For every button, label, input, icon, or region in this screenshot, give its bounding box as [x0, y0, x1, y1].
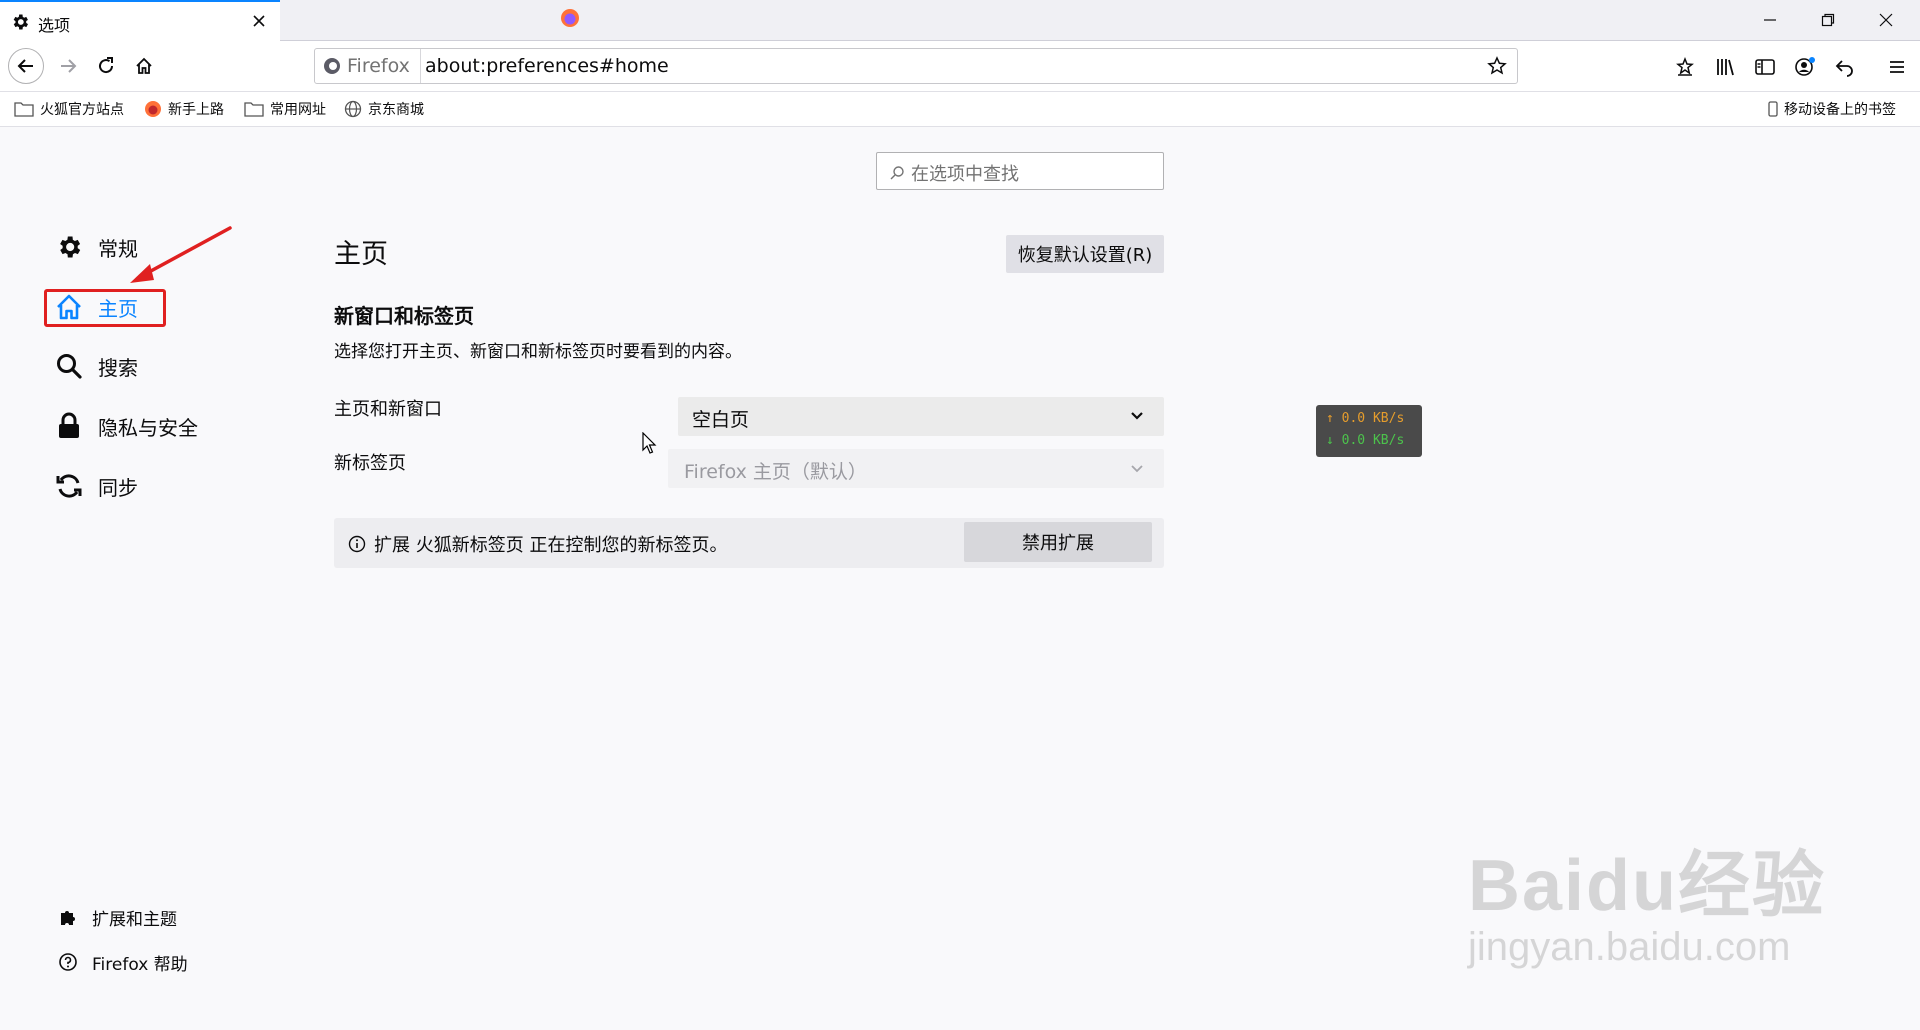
- menu-icon[interactable]: [1883, 53, 1911, 81]
- account-icon[interactable]: [1791, 53, 1819, 81]
- newtab-select-value: Firefox 主页（默认）: [684, 461, 867, 483]
- address-bar[interactable]: Firefox about:preferences#home: [314, 48, 1518, 84]
- extension-notice-text: 扩展 火狐新标签页 正在控制您的新标签页。: [374, 535, 728, 556]
- puzzle-icon: [58, 907, 78, 927]
- home-button[interactable]: [126, 48, 162, 84]
- category-label: 同步: [98, 475, 138, 500]
- category-label: 隐私与安全: [98, 415, 198, 440]
- bookmark-label: 火狐官方站点: [40, 102, 124, 118]
- reload-button[interactable]: [88, 48, 124, 84]
- bookmark-item[interactable]: 京东商城: [344, 99, 424, 119]
- mouse-cursor-icon: [642, 432, 657, 454]
- home-icon: [54, 292, 84, 322]
- tab-new[interactable]: [560, 8, 600, 34]
- reload-icon: [96, 56, 116, 76]
- chevron-down-icon: [1130, 410, 1144, 422]
- sync-icon: [54, 471, 84, 501]
- search-icon: [54, 351, 84, 381]
- category-sync[interactable]: 同步: [54, 466, 138, 506]
- addons-link[interactable]: 扩展和主题: [58, 902, 177, 932]
- homepage-select[interactable]: 空白页: [678, 397, 1164, 436]
- tab-title: 选项: [38, 16, 71, 35]
- annotation-arrow: [130, 226, 232, 283]
- mobile-bookmarks-label: 移动设备上的书签: [1784, 102, 1896, 118]
- bookmark-label: 新手上路: [168, 102, 224, 118]
- restore-defaults-button[interactable]: 恢复默认设置(R): [1006, 235, 1164, 273]
- help-link[interactable]: Firefox 帮助: [58, 947, 188, 977]
- search-icon: [889, 165, 905, 181]
- close-tab-icon[interactable]: [250, 12, 268, 30]
- globe-icon: [344, 100, 362, 118]
- folder-icon: [14, 101, 34, 117]
- bookmark-item[interactable]: 火狐官方站点: [14, 99, 124, 119]
- home-icon: [134, 56, 154, 76]
- disable-extension-button[interactable]: 禁用扩展: [964, 522, 1152, 562]
- chevron-down-icon: [1130, 463, 1144, 475]
- help-link-label: Firefox 帮助: [92, 954, 188, 975]
- minimize-window-button[interactable]: [1750, 6, 1790, 34]
- gear-icon: [10, 12, 30, 32]
- gear-icon: [54, 232, 84, 262]
- firefox-icon: [144, 100, 162, 118]
- lock-icon: [54, 411, 84, 441]
- newtab-label: 新标签页: [334, 453, 406, 474]
- newtab-select: Firefox 主页（默认）: [668, 449, 1164, 488]
- firefox-icon: [323, 57, 341, 75]
- bookmarks-star-list-icon[interactable]: [1671, 53, 1699, 81]
- download-speed: ↓ 0.0 KB/s: [1326, 433, 1405, 448]
- watermark-logo-text: Baidu经验: [1468, 846, 1827, 926]
- watermark-url: jingyan.baidu.com: [1468, 925, 1791, 969]
- preferences-search-input[interactable]: 在选项中查找: [876, 152, 1164, 190]
- category-general[interactable]: 常规: [54, 227, 138, 267]
- bookmark-item[interactable]: 新手上路: [144, 99, 224, 119]
- category-home[interactable]: 主页: [54, 287, 138, 327]
- forward-arrow-icon: [58, 56, 78, 76]
- search-placeholder: 在选项中查找: [911, 164, 1019, 185]
- tab-preferences[interactable]: 选项: [0, 0, 280, 41]
- library-icon[interactable]: [1711, 53, 1739, 81]
- page-title: 主页: [334, 239, 388, 270]
- network-speed-widget: ↑ 0.0 KB/s ↓ 0.0 KB/s: [1316, 405, 1422, 457]
- folder-icon: [244, 101, 264, 117]
- undo-icon[interactable]: [1831, 53, 1859, 81]
- section-description: 选择您打开主页、新窗口和新标签页时要看到的内容。: [334, 342, 742, 362]
- info-icon: [348, 535, 366, 553]
- identity-label: Firefox: [347, 55, 410, 77]
- category-label: 主页: [98, 296, 138, 321]
- forward-button[interactable]: [50, 48, 86, 84]
- url-text[interactable]: about:preferences#home: [425, 55, 669, 77]
- section-title: 新窗口和标签页: [334, 304, 474, 328]
- tab-strip: [0, 0, 1920, 41]
- category-search[interactable]: 搜索: [54, 346, 138, 386]
- firefox-icon: [560, 8, 600, 28]
- back-arrow-icon: [16, 56, 36, 76]
- bookmark-star-icon[interactable]: [1487, 56, 1507, 76]
- restore-window-button[interactable]: [1808, 6, 1848, 34]
- identity-box[interactable]: Firefox: [323, 49, 421, 83]
- mobile-device-icon: [1768, 101, 1778, 117]
- back-button[interactable]: [8, 48, 44, 84]
- category-privacy[interactable]: 隐私与安全: [54, 406, 198, 446]
- upload-speed: ↑ 0.0 KB/s: [1326, 411, 1405, 426]
- addons-link-label: 扩展和主题: [92, 909, 177, 930]
- homepage-select-value: 空白页: [692, 409, 750, 431]
- category-label: 搜索: [98, 355, 138, 380]
- bookmark-label: 京东商城: [368, 102, 424, 118]
- close-window-button[interactable]: [1866, 6, 1906, 34]
- category-label: 常规: [98, 236, 138, 261]
- baidu-watermark: Baidu经验 jingyan.baidu.com: [1468, 826, 1826, 970]
- bookmark-item[interactable]: 常用网址: [244, 99, 326, 119]
- sidebar-toggle-icon[interactable]: [1751, 53, 1779, 81]
- help-icon: [58, 952, 78, 972]
- extension-control-notice: 扩展 火狐新标签页 正在控制您的新标签页。 禁用扩展: [334, 518, 1164, 568]
- bookmark-label: 常用网址: [270, 102, 326, 118]
- homepage-label: 主页和新窗口: [334, 399, 442, 420]
- mobile-bookmarks[interactable]: 移动设备上的书签: [1768, 99, 1896, 119]
